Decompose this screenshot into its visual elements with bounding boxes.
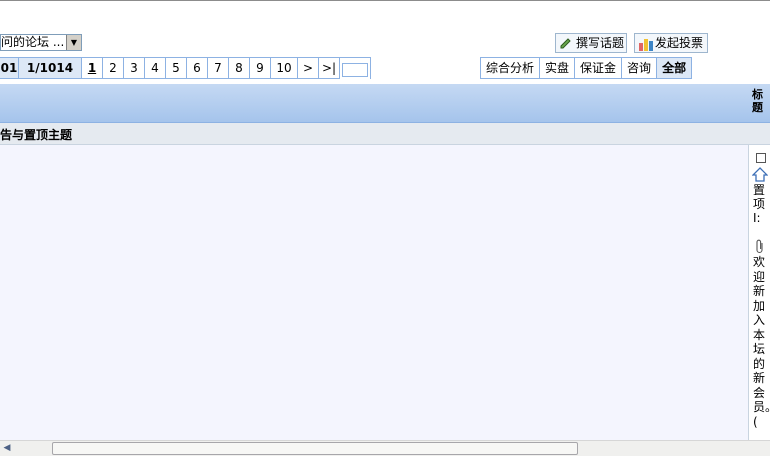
tab-real-trading[interactable]: 实盘 <box>540 58 576 78</box>
page-link-8[interactable]: 8 <box>229 58 250 78</box>
forum-jump-value: 问的论坛 ... <box>1 35 65 49</box>
page-link-7[interactable]: 7 <box>208 58 229 78</box>
write-topic-label: 撰写话题 <box>576 36 625 50</box>
last-page-link[interactable]: >| <box>319 58 340 78</box>
top-border <box>0 0 770 1</box>
write-topic-button[interactable]: 撰写话题 <box>555 33 627 53</box>
announcement-section-row: 告与置顶主题 <box>0 123 770 145</box>
scrollbar-thumb[interactable] <box>52 442 578 455</box>
next-page-link[interactable]: > <box>298 58 319 78</box>
topic-list-body <box>0 145 748 440</box>
pagination: 01 1/1014 1 2 3 4 5 6 7 8 9 10 > >| <box>0 57 371 80</box>
forum-jump-select[interactable]: 问的论坛 ... ▼ <box>0 34 82 51</box>
bar-chart-icon <box>639 39 653 51</box>
start-poll-button[interactable]: 发起投票 <box>634 33 708 53</box>
pencil-icon <box>560 38 571 49</box>
scroll-left-icon[interactable]: ◀ <box>0 441 14 456</box>
section-title: 告与置顶主题 <box>0 128 73 142</box>
start-poll-label: 发起投票 <box>655 36 704 50</box>
paperclip-icon <box>756 239 763 254</box>
horizontal-scrollbar[interactable]: ◀ <box>0 440 770 456</box>
page-jump-input[interactable] <box>342 62 368 77</box>
category-tabs: 综合分析 实盘 保证金 咨询 全部 <box>480 57 693 79</box>
chevron-down-icon[interactable]: ▼ <box>66 35 81 50</box>
page-link-10[interactable]: 10 <box>271 58 298 78</box>
home-icon <box>752 167 768 182</box>
page-link-3[interactable]: 3 <box>124 58 145 78</box>
page-link-5[interactable]: 5 <box>166 58 187 78</box>
tab-all[interactable]: 全部 <box>657 58 692 78</box>
topic-row: 置项I: 欢迎新加入本坛的新会员。( <box>748 145 770 440</box>
page-link-6[interactable]: 6 <box>187 58 208 78</box>
column-title-header: 标题 <box>752 88 763 114</box>
page-link-1[interactable]: 1 <box>82 58 103 78</box>
page-link-9[interactable]: 9 <box>250 58 271 78</box>
tab-margin[interactable]: 保证金 <box>575 58 623 78</box>
tab-consult[interactable]: 咨询 <box>622 58 658 78</box>
page-info: 1/1014 <box>19 58 82 78</box>
topic-title-link[interactable]: 欢迎新加入本坛的新会员。( <box>753 255 770 429</box>
list-header <box>0 84 770 123</box>
topic-checkbox[interactable] <box>756 153 766 163</box>
tab-analysis[interactable]: 综合分析 <box>481 58 541 78</box>
page-jump <box>340 58 370 80</box>
topic-prefix: 置项I: <box>753 183 766 225</box>
page-link-4[interactable]: 4 <box>145 58 166 78</box>
topic-count: 01 <box>0 58 19 78</box>
page-link-2[interactable]: 2 <box>103 58 124 78</box>
